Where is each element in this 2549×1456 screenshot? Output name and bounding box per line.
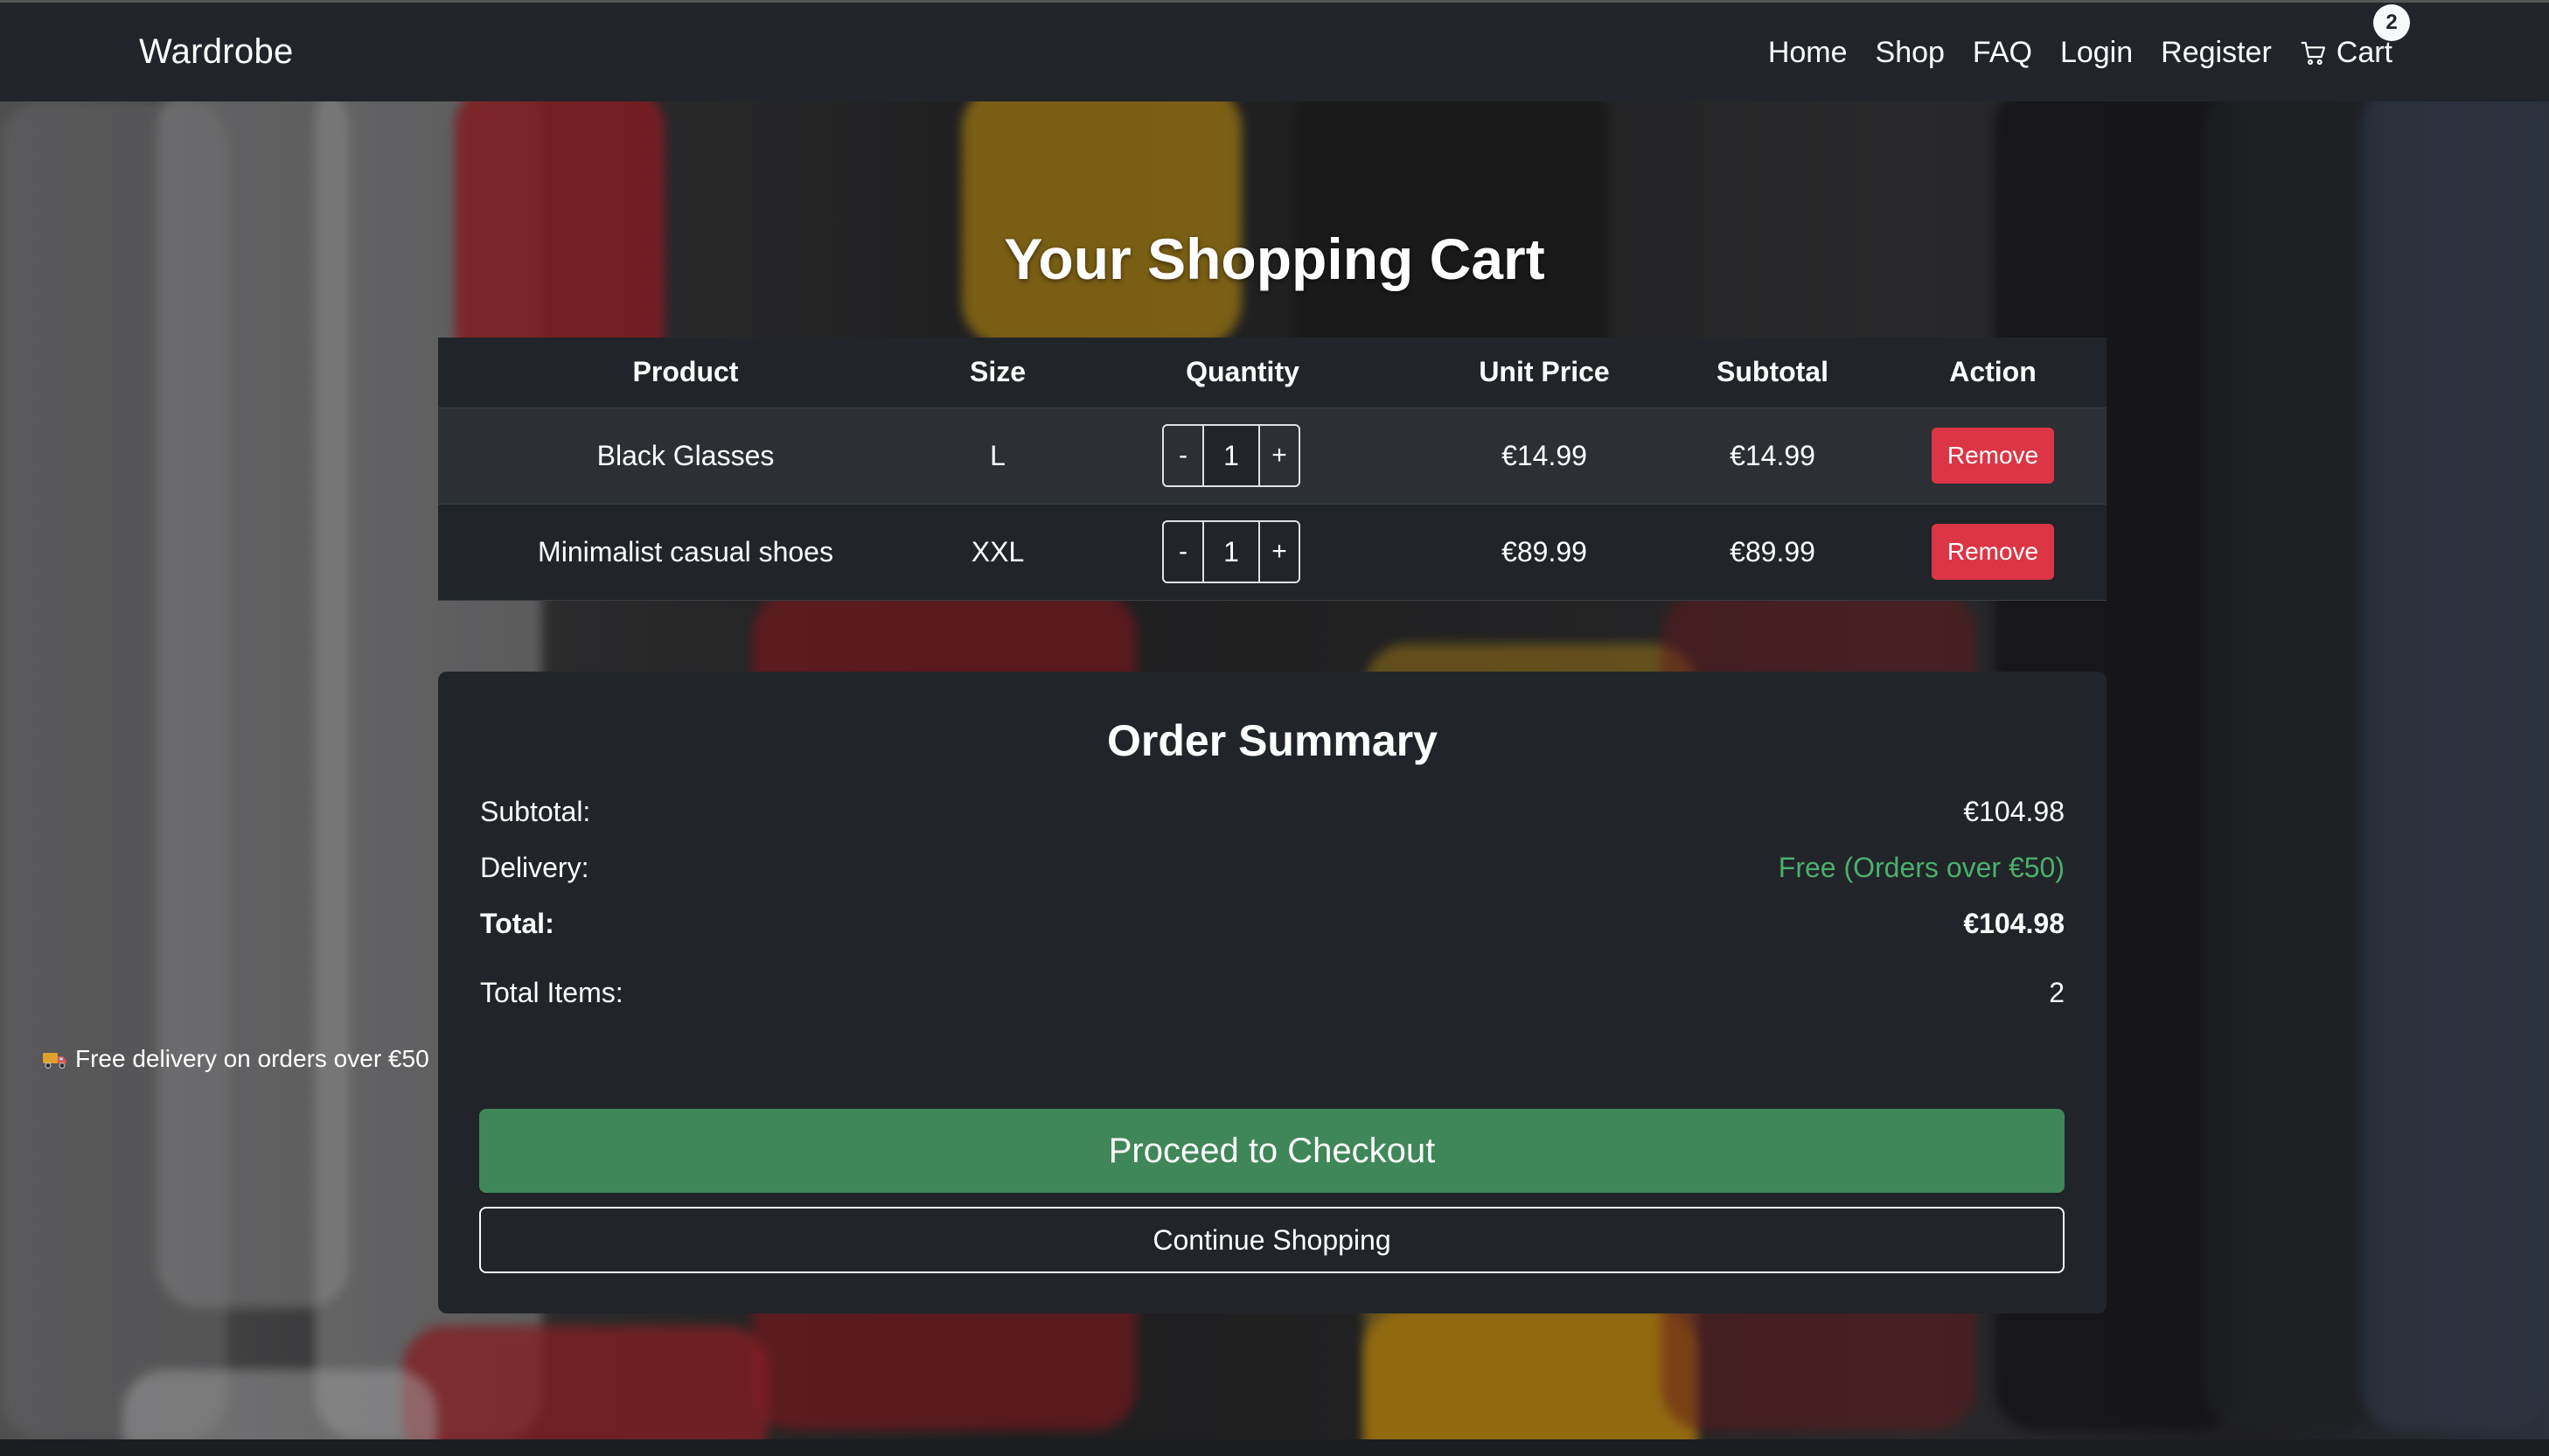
product-size: L <box>933 408 1062 505</box>
column-header-action: Action <box>1879 338 2107 408</box>
nav-link-login[interactable]: Login <box>2060 36 2133 70</box>
page: Wardrobe Home Shop FAQ Login Register Ca… <box>0 0 2549 1456</box>
summary-subtotal-row: Subtotal: €104.98 <box>480 796 2065 828</box>
total-items-label: Total Items: <box>480 977 623 1008</box>
total-label: Total: <box>480 908 554 939</box>
quantity-stepper: - 1 + <box>1162 424 1300 487</box>
unit-price: €89.99 <box>1423 504 1666 601</box>
delivery-value: Free (Orders over €50) <box>1778 852 2065 883</box>
summary-items-row: Total Items: 2 <box>480 977 2065 1009</box>
increase-quantity-button[interactable]: + <box>1260 522 1299 582</box>
quantity-input[interactable]: 1 <box>1202 426 1260 485</box>
remove-button[interactable]: Remove <box>1931 428 2055 484</box>
subtotal-label: Subtotal: <box>480 796 591 827</box>
delivery-label: Delivery: <box>480 852 589 883</box>
nav-link-cart[interactable]: Cart 2 <box>2300 4 2410 70</box>
truck-icon <box>43 1053 66 1069</box>
quantity-cell: - 1 + <box>1062 408 1423 505</box>
action-cell: Remove <box>1879 408 2107 505</box>
table-row: Minimalist casual shoes XXL - 1 + €89.99… <box>438 504 2107 601</box>
quantity-stepper: - 1 + <box>1162 520 1300 583</box>
quantity-cell: - 1 + <box>1062 504 1423 601</box>
decrease-quantity-button[interactable]: - <box>1164 522 1202 582</box>
nav-links: Home Shop FAQ Login Register Cart 2 <box>1768 4 2410 70</box>
nav-link-register[interactable]: Register <box>2161 36 2272 70</box>
column-header-size: Size <box>933 338 1062 408</box>
action-cell: Remove <box>1879 504 2107 601</box>
summary-delivery-row: Delivery: Free (Orders over €50) <box>480 852 2065 884</box>
nav-link-home[interactable]: Home <box>1768 36 1848 70</box>
cart-icon <box>2301 41 2325 65</box>
cart-table: Product Size Quantity Unit Price Subtota… <box>438 338 2107 601</box>
remove-button[interactable]: Remove <box>1931 524 2055 580</box>
order-summary-title: Order Summary <box>1107 716 1438 765</box>
brand-logo[interactable]: Wardrobe <box>139 32 294 72</box>
quantity-input[interactable]: 1 <box>1202 522 1260 582</box>
row-subtotal: €89.99 <box>1666 504 1879 601</box>
nav-link-shop[interactable]: Shop <box>1876 36 1945 70</box>
summary-total-row: Total: €104.98 <box>480 908 2065 940</box>
navbar: Wardrobe Home Shop FAQ Login Register Ca… <box>0 0 2549 101</box>
nav-link-faq[interactable]: FAQ <box>1973 36 2032 70</box>
cart-count-badge: 2 <box>2373 4 2410 41</box>
table-row: Black Glasses L - 1 + €14.99 €14.99 Remo… <box>438 408 2107 505</box>
row-subtotal: €14.99 <box>1666 408 1879 505</box>
increase-quantity-button[interactable]: + <box>1260 426 1299 485</box>
product-name: Minimalist casual shoes <box>438 504 933 601</box>
free-delivery-note: Free delivery on orders over €50 <box>42 1045 429 1073</box>
column-header-quantity: Quantity <box>1062 338 1423 408</box>
table-header-row: Product Size Quantity Unit Price Subtota… <box>438 338 2107 408</box>
cart-label: Cart <box>2336 36 2392 69</box>
column-header-unit-price: Unit Price <box>1423 338 1666 408</box>
proceed-to-checkout-button[interactable]: Proceed to Checkout <box>479 1109 2065 1193</box>
total-items-value: 2 <box>2049 977 2065 1008</box>
page-title: Your Shopping Cart <box>1004 226 1545 291</box>
product-name: Black Glasses <box>438 408 933 505</box>
decrease-quantity-button[interactable]: - <box>1164 426 1202 485</box>
continue-shopping-button[interactable]: Continue Shopping <box>479 1207 2065 1273</box>
total-value: €104.98 <box>1963 908 2065 939</box>
bottom-bar <box>0 1439 2549 1456</box>
subtotal-value: €104.98 <box>1963 796 2065 827</box>
product-size: XXL <box>933 504 1062 601</box>
unit-price: €14.99 <box>1423 408 1666 505</box>
free-delivery-text: Free delivery on orders over €50 <box>75 1045 429 1072</box>
column-header-product: Product <box>438 338 933 408</box>
column-header-subtotal: Subtotal <box>1666 338 1879 408</box>
